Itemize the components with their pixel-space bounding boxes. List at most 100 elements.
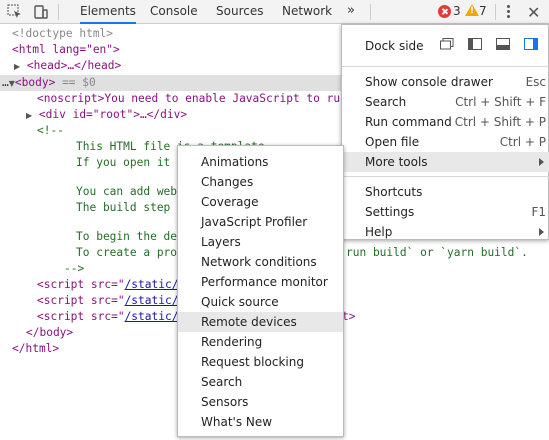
menu-item-label: Search bbox=[365, 95, 407, 109]
dock-right-icon[interactable] bbox=[524, 38, 538, 50]
submenu-item-rendering[interactable]: Rendering bbox=[178, 332, 343, 352]
script-node[interactable]: <script src="/static/ bbox=[37, 293, 178, 309]
body-close: </body> bbox=[26, 326, 74, 339]
submenu-item-search[interactable]: Search bbox=[178, 372, 343, 392]
menu-item-shortcut: Ctrl + P bbox=[499, 135, 546, 149]
submenu-item-coverage[interactable]: Coverage bbox=[178, 192, 343, 212]
script-node[interactable]: <script src="/static/ bbox=[37, 309, 178, 325]
comment-open[interactable]: <!-- bbox=[37, 123, 64, 139]
submenu-item-request-blocking[interactable]: Request blocking bbox=[178, 352, 343, 372]
comment-line: You can add webf bbox=[76, 185, 184, 198]
submenu-item-label: Coverage bbox=[201, 195, 259, 209]
node-menu-dots[interactable]: … bbox=[2, 76, 9, 89]
submenu-arrow-icon bbox=[539, 228, 544, 236]
toolbar-separator bbox=[495, 4, 496, 20]
tab-network[interactable]: Network bbox=[282, 0, 332, 23]
script-tag: <script src=" bbox=[37, 310, 125, 323]
submenu-item-animations[interactable]: Animations bbox=[178, 152, 343, 172]
inspect-element-icon[interactable] bbox=[6, 3, 24, 21]
close-devtools-button[interactable]: ✕ bbox=[527, 3, 540, 22]
submenu-item-quick-source[interactable]: Quick source bbox=[178, 292, 343, 312]
submenu-item-label: Request blocking bbox=[201, 355, 304, 369]
head-node-label: <head>…</head> bbox=[26, 59, 122, 72]
more-tabs-button[interactable]: » bbox=[347, 3, 355, 18]
script-tag: <script src=" bbox=[37, 294, 125, 307]
menu-separator bbox=[342, 176, 549, 177]
menu-item-run-command[interactable]: Run command Ctrl + Shift + P bbox=[342, 112, 549, 132]
comment-line: The build step w bbox=[76, 201, 184, 214]
menu-item-label: Show console drawer bbox=[365, 75, 493, 89]
menu-item-label: Settings bbox=[365, 205, 415, 219]
submenu-item-label: Changes bbox=[201, 175, 254, 189]
menu-item-help[interactable]: Help bbox=[342, 222, 549, 242]
submenu-item-label: Performance monitor bbox=[201, 275, 328, 289]
doctype-node[interactable]: <!doctype html> bbox=[12, 26, 113, 42]
tab-console[interactable]: Console bbox=[150, 0, 198, 23]
submenu-item-label: Rendering bbox=[201, 335, 263, 349]
submenu-item-label: Animations bbox=[201, 155, 269, 169]
submenu-item-remote-devices[interactable]: Remote devices bbox=[178, 312, 343, 332]
error-count[interactable]: 3 bbox=[453, 4, 461, 18]
devtools-toolbar: Elements Console Sources Network » 3 ! 7… bbox=[0, 0, 549, 24]
comment-line: To create a prod bbox=[76, 246, 184, 259]
script-node[interactable]: <script src="/static/ bbox=[37, 277, 178, 293]
submenu-item-label: Layers bbox=[201, 235, 241, 249]
noscript-node[interactable]: <noscript>You need to enable JavaScript … bbox=[37, 91, 347, 107]
body-node[interactable]: …▼<body> == $0 bbox=[2, 75, 96, 91]
head-node[interactable]: ▶ <head>…</head> bbox=[14, 58, 121, 74]
submenu-item-javascript-profiler[interactable]: JavaScript Profiler bbox=[178, 212, 343, 232]
tab-elements[interactable]: Elements bbox=[80, 0, 136, 24]
menu-item-settings[interactable]: Settings F1 bbox=[342, 202, 549, 222]
menu-item-shortcut: Ctrl + Shift + P bbox=[454, 115, 546, 129]
warning-count[interactable]: 7 bbox=[479, 4, 487, 18]
submenu-item-whats-new[interactable]: What's New bbox=[178, 412, 343, 432]
html-node[interactable]: <html lang="en"> bbox=[12, 42, 120, 58]
submenu-item-network-conditions[interactable]: Network conditions bbox=[178, 252, 343, 272]
submenu-item-label: JavaScript Profiler bbox=[201, 215, 308, 229]
submenu-item-performance-monitor[interactable]: Performance monitor bbox=[178, 272, 343, 292]
menu-item-open-file[interactable]: Open file Ctrl + P bbox=[342, 132, 549, 152]
menu-item-label: Run command bbox=[365, 115, 452, 129]
expand-triangle-icon[interactable]: ▶ bbox=[26, 111, 32, 120]
menu-item-label: Open file bbox=[365, 135, 420, 149]
menu-item-label: More tools bbox=[365, 155, 428, 169]
customize-menu: Dock side Show console drawer Esc Search C… bbox=[341, 24, 549, 240]
submenu-item-label: Sensors bbox=[201, 395, 249, 409]
error-icon[interactable] bbox=[438, 5, 451, 18]
script-src-link[interactable]: /static/ bbox=[125, 278, 179, 291]
more-tools-submenu: Animations Changes Coverage JavaScript P… bbox=[177, 145, 344, 437]
submenu-item-label: Remote devices bbox=[201, 315, 297, 329]
menu-separator bbox=[342, 66, 549, 67]
menu-item-more-tools[interactable]: More tools bbox=[342, 152, 549, 172]
root-div-node[interactable]: ▶ <div id="root">…</div> bbox=[26, 107, 187, 123]
undock-icon[interactable] bbox=[440, 38, 454, 50]
menu-item-shortcut: Esc bbox=[525, 75, 546, 89]
customize-menu-icon[interactable] bbox=[505, 4, 511, 20]
body-node-label: <body> bbox=[14, 76, 56, 89]
device-toolbar-icon[interactable] bbox=[32, 3, 50, 21]
submenu-item-label: Quick source bbox=[201, 295, 279, 309]
menu-item-show-console-drawer[interactable]: Show console drawer Esc bbox=[342, 72, 549, 92]
menu-item-shortcuts[interactable]: Shortcuts bbox=[342, 182, 549, 202]
comment-line-tail: run build` or `yarn build`. bbox=[346, 246, 528, 259]
dock-side-label: Dock side bbox=[365, 39, 424, 53]
script-src-link[interactable]: /static/ bbox=[125, 294, 179, 307]
menu-item-shortcut: F1 bbox=[531, 205, 546, 219]
menu-item-shortcut: Ctrl + Shift + F bbox=[455, 95, 546, 109]
selected-node-marker: == $0 bbox=[55, 76, 96, 89]
menu-item-search[interactable]: Search Ctrl + Shift + F bbox=[342, 92, 549, 112]
comment-close: --> bbox=[64, 262, 85, 275]
html-close: </html> bbox=[12, 342, 60, 355]
dock-left-icon[interactable] bbox=[468, 38, 482, 50]
warning-icon[interactable]: ! bbox=[465, 4, 479, 16]
menu-item-label: Shortcuts bbox=[365, 185, 423, 199]
submenu-item-layers[interactable]: Layers bbox=[178, 232, 343, 252]
dock-bottom-icon[interactable] bbox=[496, 38, 510, 50]
submenu-item-sensors[interactable]: Sensors bbox=[178, 392, 343, 412]
tab-sources[interactable]: Sources bbox=[216, 0, 263, 23]
expand-triangle-icon[interactable]: ▶ bbox=[14, 62, 20, 71]
submenu-item-label: What's New bbox=[201, 415, 273, 429]
submenu-item-label: Network conditions bbox=[201, 255, 317, 269]
script-src-link[interactable]: /static/ bbox=[125, 310, 179, 323]
submenu-item-changes[interactable]: Changes bbox=[178, 172, 343, 192]
